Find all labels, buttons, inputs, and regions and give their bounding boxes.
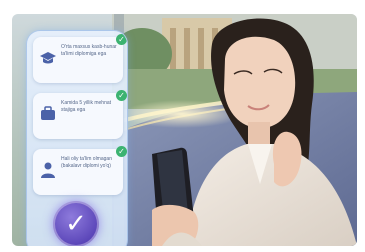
checklist-card-diploma: O'rta maxsus kasb-hunar ta'limi diplomig…: [33, 34, 127, 83]
checklist-label: Hali oliy ta'lim olmagan (bakalavr diplo…: [61, 156, 112, 169]
checklist-label: O'rta maxsus kasb-hunar ta'limi diplomig…: [61, 44, 117, 57]
image-frame: O'rta maxsus kasb-hunar ta'limi diplomig…: [0, 0, 365, 252]
checklist-card-no-degree: Hali oliy ta'lim olmagan (bakalavr diplo…: [33, 146, 127, 195]
graduation-cap-icon: [40, 52, 56, 64]
check-icon: ✓: [116, 90, 127, 101]
briefcase-icon: [41, 106, 55, 120]
woman-face: [224, 36, 296, 129]
person-icon: [41, 162, 55, 178]
photo-scene: O'rta maxsus kasb-hunar ta'limi diplomig…: [12, 14, 357, 246]
checklist-card-experience: Kamida 5 yillik mehnat stajiga ega ✓: [33, 90, 127, 139]
checklist-label: Kamida 5 yillik mehnat stajiga ega: [61, 100, 112, 113]
check-icon: ✓: [116, 146, 127, 157]
check-icon: ✓: [116, 34, 127, 45]
large-check-icon: ✓: [53, 201, 99, 246]
checklist-panel: O'rta maxsus kasb-hunar ta'limi diplomig…: [26, 30, 128, 246]
